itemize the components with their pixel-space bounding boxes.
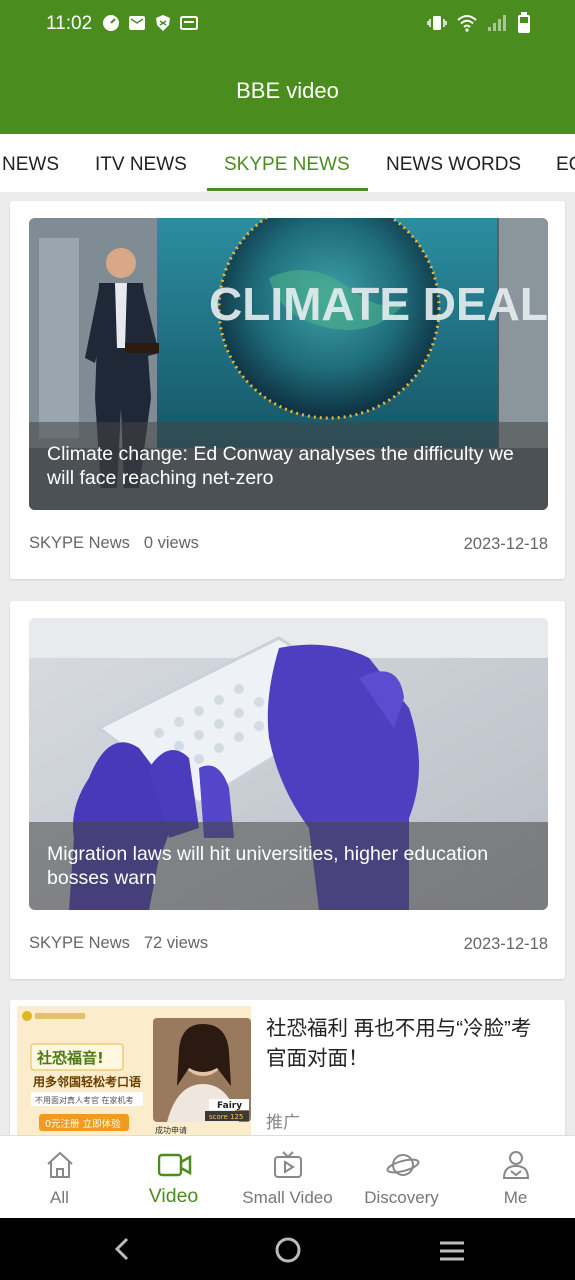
nav-label: All (50, 1188, 69, 1207)
video-card[interactable]: Migration laws will hit universities, hi… (10, 601, 565, 979)
video-thumbnail[interactable]: CLIMATE DEAL Climate change: Ed Conway a… (29, 218, 548, 510)
tab-news-words[interactable]: NEWS WORDS (386, 154, 521, 176)
video-icon (158, 1153, 192, 1177)
system-icons (427, 12, 531, 34)
menu-icon[interactable] (438, 1240, 466, 1262)
mail-icon (129, 16, 145, 30)
source-label: SKYPE News (29, 934, 130, 952)
vibrate-icon (427, 16, 447, 30)
status-time: 11:02 (46, 13, 93, 34)
view-count: 72 views (143, 934, 209, 952)
tab-news[interactable]: NEWS (2, 154, 59, 176)
speedometer-icon (103, 15, 119, 31)
video-meta: SKYPE News 72 views (29, 934, 208, 953)
system-navigation-bar (0, 1218, 575, 1280)
video-caption: Climate change: Ed Conway analyses the d… (29, 422, 548, 510)
tab-ec[interactable]: EC (556, 154, 575, 176)
back-icon[interactable] (110, 1236, 134, 1262)
video-card[interactable]: CLIMATE DEAL Climate change: Ed Conway a… (10, 201, 565, 579)
shield-icon (156, 15, 170, 31)
video-thumbnail[interactable]: Migration laws will hit universities, hi… (29, 618, 548, 910)
person-icon (502, 1151, 530, 1179)
ad-sponsored-label: 推广 (266, 1113, 300, 1132)
home-circle-icon[interactable] (274, 1236, 302, 1264)
ad-image[interactable]: 社恐福音! 用多邻国轻松考口语 不用面对真人考官 在家机考 0元注册 立即体验 … (17, 1006, 251, 1141)
nav-label: Me (503, 1188, 528, 1207)
source-label: SKYPE News (29, 534, 130, 552)
ad-button-text: 0元注册 立即体验 (45, 1118, 121, 1130)
nav-item-small-video[interactable]: Small Video (230, 1136, 345, 1219)
signal-icon (488, 15, 506, 31)
tab-skype-news[interactable]: SKYPE NEWS (224, 154, 350, 176)
ad-title[interactable]: 社恐福利 再也不用与“冷脸”考官面对面！ (266, 1014, 551, 1074)
ad-banner-graphic: 社恐福音! 用多邻国轻松考口语 不用面对真人考官 在家机考 0元注册 立即体验 … (17, 1006, 251, 1141)
ad-person-name: Fairy (217, 1101, 242, 1111)
active-tab-indicator (207, 188, 368, 191)
tab-itv-news[interactable]: ITV NEWS (95, 154, 187, 176)
ad-score: score 125 (209, 1113, 243, 1121)
home-icon (47, 1151, 73, 1178)
tv-icon (274, 1151, 302, 1178)
video-meta: SKYPE News 0 views (29, 534, 199, 553)
publish-date: 2023-12-18 (463, 535, 548, 553)
card-icon (180, 16, 198, 30)
video-caption: Migration laws will hit universities, hi… (29, 822, 548, 910)
nav-label: Small Video (242, 1188, 333, 1207)
nav-item-me[interactable]: Me (458, 1136, 573, 1219)
planet-icon (386, 1154, 420, 1176)
nav-label: Discovery (364, 1188, 439, 1207)
nav-label: Video (148, 1185, 199, 1207)
ad-line2: 用多邻国轻松考口语 (32, 1074, 141, 1089)
bottom-navigation: All Video Small Video Discovery Me (0, 1135, 575, 1218)
view-count: 0 views (143, 534, 199, 552)
ad-line1: 社恐福音! (36, 1049, 104, 1067)
nav-item-video[interactable]: Video (116, 1136, 231, 1219)
publish-date: 2023-12-18 (463, 935, 548, 953)
app-header: 11:02 BBE video (0, 0, 575, 134)
wifi-icon (457, 15, 477, 32)
nav-item-discovery[interactable]: Discovery (344, 1136, 459, 1219)
nav-item-all[interactable]: All (2, 1136, 117, 1219)
page-title: BBE video (236, 78, 339, 103)
ad-footer: 成功申请 (155, 1125, 187, 1135)
notification-icons (102, 14, 198, 32)
battery-icon (518, 12, 530, 33)
category-tabs: NEWS ITV NEWS SKYPE NEWS NEWS WORDS EC (0, 134, 575, 192)
status-bar: 11:02 (0, 0, 575, 48)
svg-text:CLIMATE DEAL: CLIMATE DEAL (209, 278, 548, 330)
ad-line3: 不用面对真人考官 在家机考 (35, 1095, 134, 1105)
